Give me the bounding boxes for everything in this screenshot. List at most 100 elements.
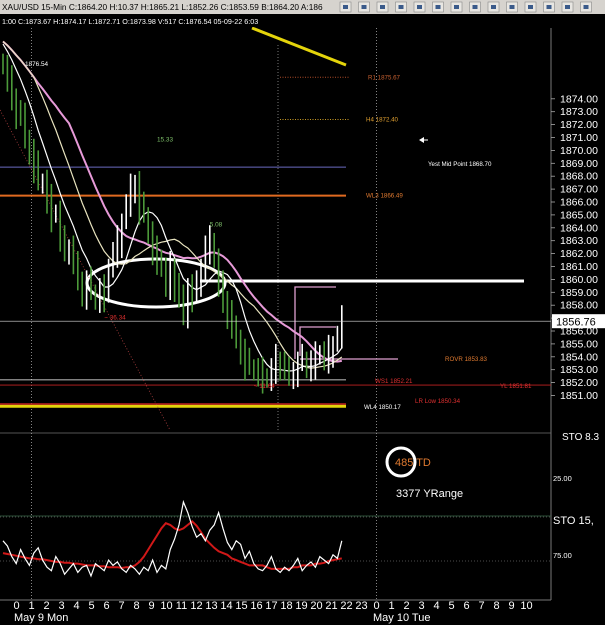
day-label: May 9 Mon [14, 612, 68, 624]
level-label: WL4 1850.17 [364, 404, 401, 411]
price-tick-label: 1872.00 [560, 119, 598, 131]
time-tick-label: 16 [250, 600, 262, 612]
zoom-icon-glyph [435, 5, 441, 9]
time-tick-label: 3 [418, 600, 424, 612]
window-title: XAU/USD 15-Min C:1864.20 H:10.37 H:1865.… [2, 2, 323, 12]
restore-icon[interactable] [561, 1, 574, 13]
time-tick-label: 14 [220, 600, 232, 612]
price-tick-label: 1854.00 [560, 351, 598, 363]
stoch-tick-label: 25.00 [553, 474, 572, 483]
price-tick-label: 1864.00 [560, 222, 598, 234]
time-tick-label: 15 [235, 600, 247, 612]
line-icon-glyph [398, 5, 404, 9]
price-tick-label: 1870.00 [560, 145, 598, 157]
time-tick-label: 8 [493, 600, 499, 612]
level-label: LR Low 1850.34 [415, 398, 461, 405]
time-tick-label: 21 [325, 600, 337, 612]
line-icon[interactable] [395, 1, 407, 13]
chart-background [0, 0, 605, 625]
price-tick-label: 1859.00 [560, 287, 598, 299]
text-icon[interactable] [376, 1, 389, 13]
time-tick-label: 9 [508, 600, 514, 612]
settings-icon-glyph [509, 5, 515, 9]
time-tick-label: 3 [58, 600, 64, 612]
price-tick-label: 1858.00 [560, 300, 598, 312]
time-tick-label: 2 [403, 600, 409, 612]
price-tick-label: 1869.00 [560, 158, 598, 170]
level-label: H4 1872.40 [366, 116, 399, 123]
price-tick-label: 1865.00 [560, 209, 598, 221]
price-annotation: ~ 11.64 [254, 383, 275, 390]
time-tick-label: 1 [388, 600, 394, 612]
chart-canvas[interactable]: R1 1875.67 H4 1872.40 Yest Mid Point 1868.… [0, 0, 605, 625]
ohlc-readout: 1:00 C:1873.67 H:1874.17 L:1872.71 O:187… [2, 17, 258, 26]
time-tick-label: 11 [176, 600, 187, 612]
price-tick-label: 1867.00 [560, 184, 598, 196]
price-tick-label: 1861.00 [560, 261, 598, 273]
yrange-label: 3377 YRange [396, 488, 463, 500]
bar-icon[interactable] [524, 1, 537, 13]
time-tick-label: 22 [340, 600, 352, 612]
pen-icon[interactable] [358, 1, 370, 13]
price-tick-label: 1853.00 [560, 364, 598, 376]
td-label: 485 TD [395, 457, 431, 469]
time-tick-label: 18 [280, 600, 292, 612]
price-tick-label: 1862.00 [560, 248, 598, 260]
rovr-label: ROVR 1853.83 [445, 356, 488, 363]
time-tick-label: 10 [520, 600, 532, 612]
close-icon[interactable] [580, 1, 592, 13]
time-tick-label: 20 [310, 600, 322, 612]
bar-icon-glyph [528, 5, 533, 9]
time-tick-label: 0 [373, 600, 379, 612]
time-tick-label: 17 [265, 600, 277, 612]
print-icon[interactable] [487, 1, 500, 13]
lines-icon[interactable] [413, 1, 426, 13]
stoch-side-label: STO 15, [553, 515, 594, 527]
time-tick-label: 6 [463, 600, 469, 612]
zoom-icon[interactable] [432, 1, 444, 13]
level-label: WS1 1852.21 [375, 378, 413, 385]
price-annotation: ~ 36.34 [104, 314, 126, 321]
level-label: R1 1875.67 [368, 74, 401, 81]
current-price-label: 1856.76 [556, 317, 596, 329]
level-label: YL 1851.81 [500, 383, 532, 390]
price-tick-label: 1873.00 [560, 106, 598, 118]
time-tick-label: 10 [160, 600, 172, 612]
time-tick-label: 8 [133, 600, 139, 612]
price-tick-label: 1863.00 [560, 235, 598, 247]
close-icon-glyph [583, 5, 589, 9]
price-annotation: 1876.54 [25, 61, 49, 68]
price-tick-label: 1851.00 [560, 390, 598, 402]
price-tick-label: 1855.00 [560, 338, 598, 350]
minimize-icon[interactable] [543, 1, 555, 13]
grid-icon[interactable] [450, 1, 463, 13]
price-tick-label: 1868.00 [560, 171, 598, 183]
time-tick-label: 4 [73, 600, 79, 612]
time-tick-label: 2 [43, 600, 49, 612]
grid-icon-glyph [454, 5, 459, 9]
level-label: Yest Mid Point 1868.70 [428, 161, 492, 168]
hand-icon[interactable] [469, 1, 481, 13]
price-annotation: 15.33 [157, 136, 173, 143]
price-tick-label: 1852.00 [560, 377, 598, 389]
minimize-icon-glyph [546, 5, 552, 9]
print-icon-glyph [491, 5, 496, 9]
eye-icon[interactable] [339, 1, 352, 13]
chart-window: R1 1875.67 H4 1872.40 Yest Mid Point 1868.… [0, 0, 605, 625]
settings-icon[interactable] [506, 1, 518, 13]
restore-icon-glyph [565, 5, 570, 9]
day-label: May 10 Tue [373, 612, 430, 624]
hand-icon-glyph [472, 5, 478, 9]
price-tick-label: 1866.00 [560, 197, 598, 209]
time-tick-label: 7 [118, 600, 124, 612]
price-tick-label: 1871.00 [560, 132, 598, 144]
time-tick-label: 1 [28, 600, 34, 612]
time-tick-label: 9 [148, 600, 154, 612]
stoch-tick-label: 75.00 [553, 551, 572, 560]
price-annotation: 5.08 [210, 222, 223, 229]
stoch-side-label-top: STO 8.3 [562, 432, 599, 443]
time-tick-label: 23 [355, 600, 367, 612]
lines-icon-glyph [417, 5, 422, 9]
time-tick-label: 0 [13, 600, 19, 612]
time-tick-label: 19 [295, 600, 307, 612]
